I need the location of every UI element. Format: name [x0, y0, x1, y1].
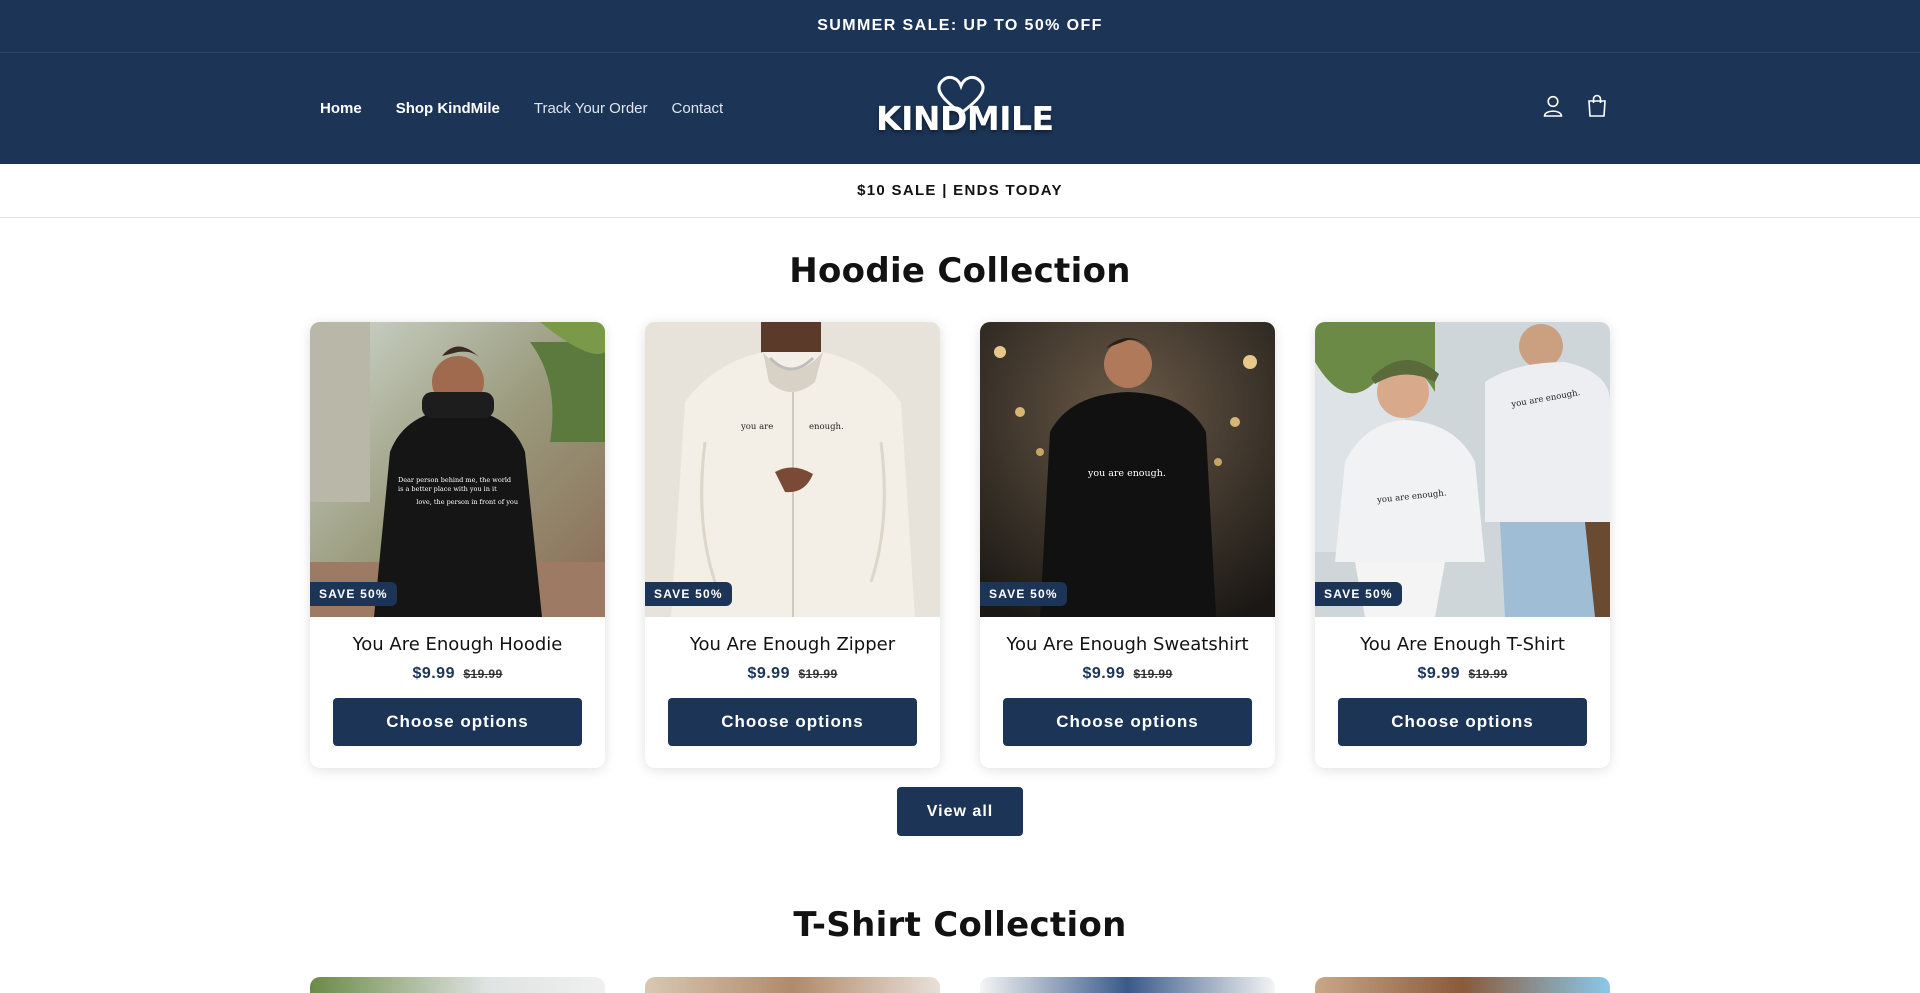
- product-image-peek[interactable]: [645, 977, 940, 993]
- choose-options-button[interactable]: Choose options: [1003, 698, 1252, 746]
- product-image-zipper[interactable]: you are enough. SAVE 50%: [645, 322, 940, 617]
- product-card[interactable]: Dear person behind me, the world is a be…: [310, 322, 605, 768]
- product-price: $9.99 $19.99: [1315, 665, 1610, 683]
- site-logo[interactable]: KINDMILE: [870, 73, 1054, 143]
- announcement-bar: SUMMER SALE: UP TO 50% OFF: [0, 0, 1920, 53]
- announcement-text: SUMMER SALE: UP TO 50% OFF: [817, 17, 1103, 34]
- product-image-hoodie[interactable]: Dear person behind me, the world is a be…: [310, 322, 605, 617]
- product-title[interactable]: You Are Enough T-Shirt: [1315, 634, 1610, 655]
- compare-price: $19.99: [798, 667, 838, 681]
- cart-icon[interactable]: [1586, 93, 1608, 119]
- view-all-button[interactable]: View all: [897, 787, 1023, 836]
- sweatshirt-print: you are enough.: [1088, 468, 1166, 479]
- sale-badge: SAVE 50%: [1315, 582, 1402, 606]
- compare-price: $19.99: [463, 667, 503, 681]
- product-title[interactable]: You Are Enough Zipper: [645, 634, 940, 655]
- sale-bar: $10 SALE | ENDS TODAY: [0, 164, 1920, 218]
- product-card[interactable]: you are enough. you are enough. SAVE 50%…: [1315, 322, 1610, 768]
- logo-wordmark: KINDMILE: [876, 99, 1054, 138]
- sale-price: $9.99: [747, 665, 790, 682]
- product-card[interactable]: you are enough. SAVE 50% You Are Enough …: [980, 322, 1275, 768]
- nav-link-contact[interactable]: Contact: [672, 100, 724, 117]
- compare-price: $19.99: [1468, 667, 1508, 681]
- product-price: $9.99 $19.99: [645, 665, 940, 683]
- nav-link-shop[interactable]: Shop KindMile: [396, 100, 500, 117]
- product-title[interactable]: You Are Enough Sweatshirt: [980, 634, 1275, 655]
- compare-price: $19.99: [1133, 667, 1173, 681]
- main-nav: Home Shop KindMile Track Your Order Cont…: [320, 53, 747, 164]
- product-image-tshirt[interactable]: you are enough. you are enough. SAVE 50%: [1315, 322, 1610, 617]
- choose-options-button[interactable]: Choose options: [333, 698, 582, 746]
- hoodie-print: Dear person behind me, the world is a be…: [398, 476, 518, 506]
- choose-options-button[interactable]: Choose options: [1338, 698, 1587, 746]
- nav-link-home[interactable]: Home: [320, 100, 362, 117]
- product-image-peek[interactable]: [980, 977, 1275, 993]
- product-title[interactable]: You Are Enough Hoodie: [310, 634, 605, 655]
- zipper-print-left: you are: [741, 422, 774, 432]
- sale-badge: SAVE 50%: [310, 582, 397, 606]
- header-icons: [1542, 93, 1608, 119]
- section-title-hoodies: Hoodie Collection: [789, 251, 1131, 291]
- zipper-print-right: enough.: [809, 422, 844, 432]
- product-price: $9.99 $19.99: [980, 665, 1275, 683]
- choose-options-button[interactable]: Choose options: [668, 698, 917, 746]
- product-image-sweatshirt[interactable]: you are enough. SAVE 50%: [980, 322, 1275, 617]
- product-image-peek[interactable]: [1315, 977, 1610, 993]
- product-card[interactable]: you are enough. SAVE 50% You Are Enough …: [645, 322, 940, 768]
- sale-badge: SAVE 50%: [980, 582, 1067, 606]
- product-price: $9.99 $19.99: [310, 665, 605, 683]
- account-icon[interactable]: [1542, 93, 1564, 119]
- section-title-tshirts: T-Shirt Collection: [793, 905, 1127, 945]
- sale-price: $9.99: [1082, 665, 1125, 682]
- nav-link-track-order[interactable]: Track Your Order: [534, 100, 648, 117]
- sale-bar-text: $10 SALE | ENDS TODAY: [857, 182, 1063, 199]
- site-header: Home Shop KindMile Track Your Order Cont…: [0, 53, 1920, 164]
- sale-price: $9.99: [412, 665, 455, 682]
- sale-price: $9.99: [1417, 665, 1460, 682]
- sale-badge: SAVE 50%: [645, 582, 732, 606]
- product-image-peek[interactable]: [310, 977, 605, 993]
